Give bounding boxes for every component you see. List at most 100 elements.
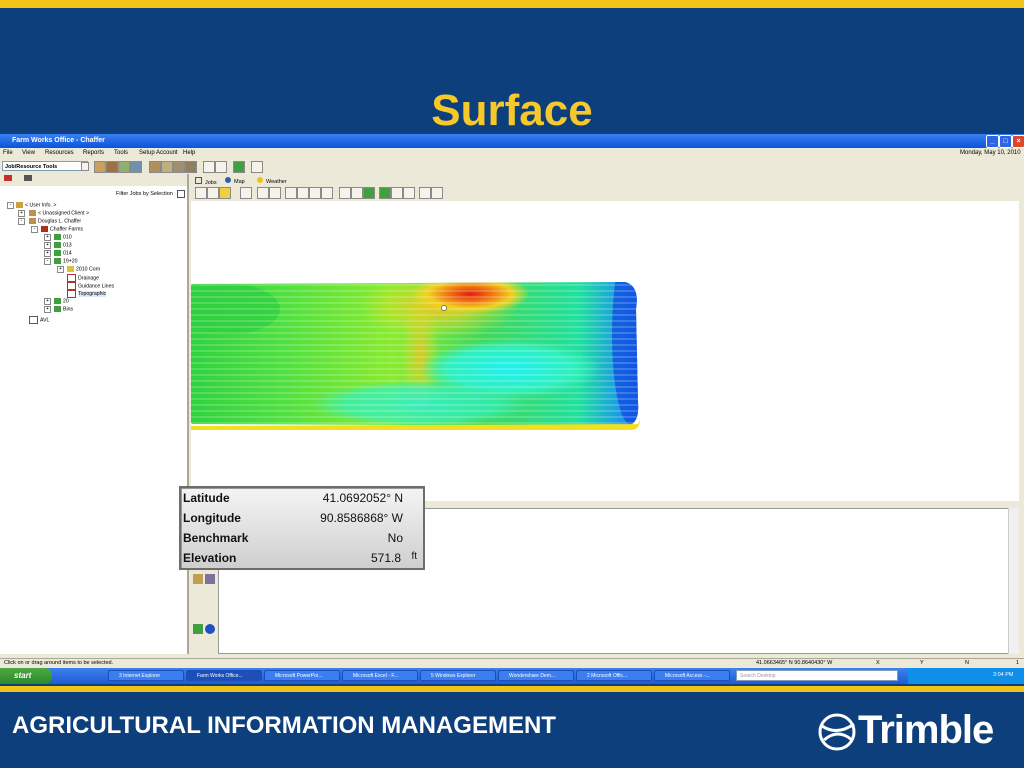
map-image-icon[interactable] [379, 187, 391, 199]
properties-icon[interactable] [351, 187, 363, 199]
zoom-previous-icon[interactable] [321, 187, 333, 199]
binoculars-icon[interactable] [339, 187, 351, 199]
tree-item-avl[interactable]: AVL [29, 316, 49, 324]
search-desktop-input[interactable]: Search Desktop [736, 670, 898, 681]
close-button[interactable]: × [1012, 135, 1024, 148]
tab-label: Weather [266, 179, 287, 185]
tree-item-drainage[interactable]: Drainage [67, 274, 99, 282]
resource-tools-select[interactable]: Job/Resource Tools [2, 161, 88, 171]
tool-icon-a[interactable] [193, 574, 203, 584]
tree-label: Topographic [78, 291, 107, 298]
toolbar-tool-8-icon[interactable] [185, 161, 197, 173]
tree-item-field-014[interactable]: 014 [54, 250, 72, 256]
expand-toggle[interactable]: - [44, 258, 51, 265]
toolbar-tool-7-icon[interactable] [173, 161, 185, 173]
tree-item-user-info[interactable]: < User Info. > [16, 202, 56, 208]
tree-label: 20 [63, 298, 69, 305]
filter-jobs-checkbox[interactable] [177, 190, 185, 198]
lower-scrollbar[interactable] [1008, 508, 1019, 654]
taskbar-item-excel[interactable]: Microsoft Excel - F... [342, 670, 418, 681]
expand-toggle[interactable]: - [7, 202, 14, 209]
menu-tools[interactable]: Tools [114, 150, 128, 156]
start-button[interactable]: start [0, 668, 52, 684]
play-icon[interactable] [419, 187, 431, 199]
menu-file[interactable]: File [3, 150, 13, 156]
tree-item-field-013[interactable]: 013 [54, 242, 72, 248]
expand-toggle[interactable]: + [44, 306, 51, 313]
selected-point-marker[interactable] [441, 305, 447, 311]
tree-item-topographic[interactable]: Topographic [67, 290, 107, 298]
dropdown-arrow-icon[interactable] [431, 187, 443, 199]
tab-jobs[interactable]: Jobs [195, 177, 217, 186]
expand-toggle[interactable]: + [44, 242, 51, 249]
toolbar-tool-2-icon[interactable] [106, 161, 118, 173]
tree-item-field-20[interactable]: 20 [54, 298, 69, 304]
field-icon [54, 242, 61, 248]
elevation-surface-map[interactable] [185, 201, 1019, 501]
tab-weather[interactable]: Weather [257, 177, 287, 185]
footer-band [0, 686, 1024, 692]
tab-map[interactable]: Map [225, 177, 245, 185]
tree-label: AVL [40, 317, 50, 324]
tree-item-guidance-lines[interactable]: Guidance Lines [67, 282, 114, 290]
taskbar-item-wondershare[interactable]: Wondershare Dem... [498, 670, 574, 681]
tool-icon-c[interactable] [193, 624, 203, 634]
print-icon[interactable] [403, 187, 415, 199]
taskbar-item-access[interactable]: Microsoft Access -... [654, 670, 730, 681]
taskbar-item-explorer[interactable]: 5 Windows Explorer [420, 670, 496, 681]
menu-resources[interactable]: Resources [45, 150, 74, 156]
tree-item-client-chaffer[interactable]: Douglas L. Chaffer [29, 218, 81, 224]
tree-item-farm[interactable]: Chaffer Farms [41, 226, 83, 232]
tree-item-bins[interactable]: Bins [54, 306, 73, 312]
expand-toggle[interactable]: + [57, 266, 64, 273]
tree-item-unassigned-client[interactable]: < Unassigned Client > [29, 210, 89, 216]
menu-reports[interactable]: Reports [83, 150, 104, 156]
tree-item-field-010[interactable]: 010 [54, 234, 72, 240]
map-view[interactable] [185, 201, 1019, 501]
menu-view[interactable]: View [22, 150, 35, 156]
layer-icon[interactable] [219, 187, 231, 199]
taskbar-item-powerpoint[interactable]: Microsoft PowerPoi... [264, 670, 340, 681]
tree-label: Drainage [78, 275, 100, 282]
expand-toggle[interactable]: - [18, 218, 25, 225]
document-icon [67, 274, 76, 282]
taskbar-item-ie[interactable]: 3 Internet Explorer [108, 670, 184, 681]
measure-icon[interactable] [240, 187, 252, 199]
dropdown-arrow-icon[interactable] [207, 187, 219, 199]
tree-item-field-19-20[interactable]: 19+20 [54, 258, 78, 264]
farm-icon[interactable] [4, 175, 12, 181]
pan-hand-icon[interactable] [257, 187, 269, 199]
toolbar-tool-4-icon[interactable] [130, 161, 142, 173]
expand-toggle[interactable]: + [44, 250, 51, 257]
toolbar-tool-5-icon[interactable] [149, 161, 161, 173]
zoom-in-icon[interactable] [285, 187, 297, 199]
tree-view-icon[interactable] [24, 175, 32, 181]
expand-toggle[interactable]: + [18, 210, 25, 217]
tool-icon-b[interactable] [205, 574, 215, 584]
grid-icon[interactable] [391, 187, 403, 199]
edit-icon[interactable] [215, 161, 227, 173]
info-icon[interactable] [205, 624, 215, 634]
dropdown-arrow-icon[interactable] [81, 162, 89, 171]
select-arrow-icon[interactable] [195, 187, 207, 199]
expand-toggle[interactable]: + [44, 298, 51, 305]
zoom-extent-icon[interactable] [309, 187, 321, 199]
menu-setup-account[interactable]: Setup Account [139, 150, 178, 156]
tree-item-2010-corn[interactable]: 2010 Corn [67, 266, 100, 272]
toolbar-tool-3-icon[interactable] [118, 161, 130, 173]
menu-help[interactable]: Help [183, 150, 195, 156]
refresh-icon[interactable] [233, 161, 245, 173]
toolbar-tool-1-icon[interactable] [94, 161, 106, 173]
expand-toggle[interactable]: + [44, 234, 51, 241]
zoom-out-icon[interactable] [297, 187, 309, 199]
minimize-button[interactable]: _ [986, 135, 999, 148]
expand-toggle[interactable]: - [31, 226, 38, 233]
taskbar-item-office[interactable]: 2 Microsoft Offic... [576, 670, 652, 681]
find-icon[interactable] [269, 187, 281, 199]
toolbar-tool-6-icon[interactable] [161, 161, 173, 173]
pencil-icon[interactable] [363, 187, 375, 199]
print-icon[interactable] [203, 161, 215, 173]
help-icon[interactable] [251, 161, 263, 173]
taskbar-item-farmworks[interactable]: Farm Works Office... [186, 670, 262, 681]
maximize-button[interactable]: □ [999, 135, 1012, 148]
